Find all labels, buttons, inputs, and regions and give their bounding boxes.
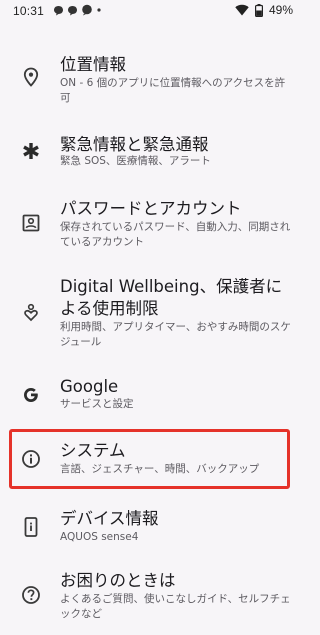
- status-right: 49%: [235, 3, 293, 17]
- settings-item-subtitle: 保存されているパスワード、自動入力、同期されているアカウント: [60, 221, 291, 248]
- settings-item-title: Digital Wellbeing、保護者による使用制限: [60, 277, 283, 318]
- settings-item-subtitle: AQUOS sense4: [60, 531, 139, 543]
- settings-item-subtitle: ON - 6 個のアプリに位置情報へのアクセスを許可: [60, 77, 286, 104]
- settings-item-title: パスワードとアカウント: [60, 199, 242, 218]
- settings-item-title: システム: [60, 441, 126, 460]
- settings-item-title: デバイス情報: [60, 509, 159, 528]
- settings-item-subtitle: よくあるご質問、使いこなしガイド、セルフチェックなど: [60, 593, 291, 620]
- settings-item-device-info[interactable]: デバイス情報 AQUOS sense4: [0, 504, 301, 548]
- settings-item-subtitle: サービスと設定: [60, 398, 134, 410]
- location-pin-icon: [20, 66, 42, 88]
- settings-item-subtitle: 言語、ジェスチャー、時間、バックアップ: [60, 463, 260, 475]
- account-box-icon: [20, 212, 42, 234]
- chat-bubble-icon: [82, 4, 92, 16]
- phone-info-icon: [20, 516, 42, 538]
- chat-bubble-icon: [68, 5, 77, 15]
- status-time: 10:31: [13, 4, 45, 18]
- settings-item-title: 位置情報: [60, 55, 126, 74]
- settings-item-emergency[interactable]: 緊急情報と緊急通報 緊急 SOS、医療情報、アラート: [0, 126, 301, 176]
- settings-item-subtitle: 利用時間、アプリタイマー、おやすみ時間のスケジュール: [60, 321, 291, 348]
- google-g-icon: [20, 384, 42, 406]
- settings-item-digital-wellbeing[interactable]: Digital Wellbeing、保護者による使用制限 利用時間、アプリタイマ…: [0, 272, 301, 360]
- settings-item-google[interactable]: Google サービスと設定: [0, 372, 301, 416]
- battery-percentage: 49%: [268, 3, 293, 17]
- asterisk-icon: [20, 140, 42, 162]
- settings-item-title: 緊急情報と緊急通報: [60, 135, 209, 154]
- notification-icons: [53, 4, 102, 16]
- settings-item-title: Google: [60, 377, 119, 396]
- settings-item-passwords-accounts[interactable]: パスワードとアカウント 保存されているパスワード、自動入力、同期されているアカウ…: [0, 192, 301, 256]
- help-icon: [20, 584, 42, 606]
- info-icon: [20, 448, 42, 470]
- wellbeing-heart-icon: [20, 302, 42, 324]
- battery-icon: [254, 3, 263, 17]
- status-bar: 10:31 49%: [0, 0, 301, 22]
- dot-icon: [97, 8, 101, 12]
- settings-item-subtitle: 緊急 SOS、医療情報、アラート: [60, 155, 211, 167]
- settings-item-title: お困りのときは: [60, 571, 176, 590]
- wifi-icon: [235, 4, 249, 16]
- settings-item-location[interactable]: 位置情報 ON - 6 個のアプリに位置情報へのアクセスを許可: [0, 46, 301, 110]
- chat-bubble-icon: [54, 5, 63, 15]
- settings-item-system[interactable]: システム 言語、ジェスチャー、時間、バックアップ: [0, 432, 301, 486]
- settings-item-help[interactable]: お困りのときは よくあるご質問、使いこなしガイド、セルフチェックなど: [0, 566, 301, 630]
